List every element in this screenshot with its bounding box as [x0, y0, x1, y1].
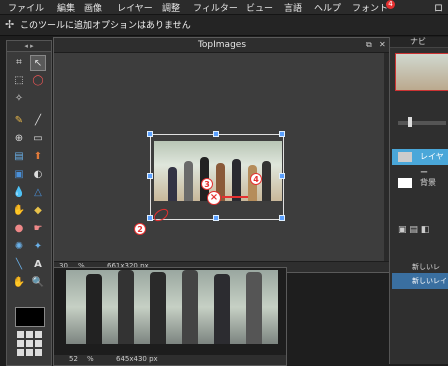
menu-bar: ファイル 編集 画像 レイヤー 調整 フィルター ビュー 言語 ヘルプ フォント… [0, 0, 448, 15]
eraser-icon[interactable]: ▭ [30, 131, 46, 147]
resize-handle-l[interactable] [147, 173, 153, 179]
resize-handle-r[interactable] [279, 173, 285, 179]
menu-adjust[interactable]: 調整 [162, 1, 180, 14]
canvas-image-2[interactable] [66, 270, 278, 344]
annotation-x-icon: × [207, 191, 221, 205]
resize-handle-tl[interactable] [147, 131, 153, 137]
zoom-icon[interactable]: 🔍 [30, 275, 46, 291]
text-tool-icon[interactable]: A [30, 257, 46, 273]
drop-icon[interactable]: 💧 [11, 185, 27, 201]
marquee-tool-icon[interactable]: ⬚ [11, 73, 27, 89]
menu-language[interactable]: 言語 [284, 1, 302, 14]
document-window-2: 52 % 645x430 px [53, 267, 287, 366]
fill-icon[interactable]: ▣ [11, 167, 27, 183]
annotation-2: 2 [134, 223, 146, 235]
right-panel: ナビ レイヤー 背景 ▣ ▤ ◧ 新しいレ 新しいレイ [389, 37, 448, 364]
layer-bg-thumbnail [398, 178, 412, 188]
navigator-thumbnail[interactable] [395, 53, 448, 91]
pinch-icon[interactable]: ✦ [30, 239, 46, 255]
blur-icon[interactable]: ◐ [30, 167, 46, 183]
bloat-icon[interactable]: ✺ [11, 239, 27, 255]
image-dimensions-2: 645x430 px [116, 355, 158, 363]
menu-filter[interactable]: フィルター [193, 1, 238, 14]
resize-handle-br[interactable] [279, 215, 285, 221]
magic-wand-icon[interactable]: ✧ [11, 91, 27, 107]
menu-login[interactable]: ロ [434, 1, 443, 14]
navigator-label: ナビ [410, 37, 426, 46]
menu-image[interactable]: 画像 [84, 1, 102, 14]
layer-bg-label: 背景 [420, 178, 436, 187]
menu-view[interactable]: ビュー [246, 1, 273, 14]
red-eye-icon[interactable]: ● [11, 221, 27, 237]
toolbox: ◂ ▸ ⌗ ↖ ⬚ ◯ ✧ ✎ ╱ ⊕ ▭ ▤ ⬆ ▣ ◐ 💧 △ ✋ ◆ ● … [6, 40, 52, 366]
dodge-icon[interactable]: ✋ [11, 203, 27, 219]
gradient-icon[interactable]: ▤ [11, 149, 27, 165]
zoom-slider[interactable] [398, 121, 446, 125]
restore-icon[interactable]: ⧉ [366, 40, 372, 50]
document-title: TopImages [54, 38, 390, 53]
history-label-2: 新しいレイ [412, 277, 447, 285]
options-bar: ✢ このツールに追加オプションはありません [0, 15, 448, 36]
stamp-icon[interactable]: ⬆ [30, 149, 46, 165]
grid-icon[interactable] [17, 331, 42, 356]
color-swatch[interactable] [15, 307, 45, 327]
resize-handle-bl[interactable] [147, 215, 153, 221]
annotation-4: 4 [250, 173, 262, 185]
menu-help[interactable]: ヘルプ [314, 1, 341, 14]
zoom-slider-thumb[interactable] [408, 117, 412, 127]
resize-handle-tr[interactable] [279, 131, 285, 137]
move-tool-icon: ✢ [5, 18, 15, 31]
menu-edit[interactable]: 編集 [57, 1, 75, 14]
layer-item-main[interactable]: レイヤー [392, 149, 448, 177]
toolbox-header: ◂ ▸ [7, 41, 51, 52]
zoom-level-2[interactable]: 52 [69, 355, 78, 363]
document-window: TopImages ⧉ ✕ 3 × 4 2 30 % 661x320 px [53, 37, 391, 273]
move-tool-icon[interactable]: ↖ [30, 55, 46, 71]
annotation-arrow [222, 196, 248, 198]
pencil-icon[interactable]: ✎ [11, 113, 27, 129]
font-badge: 4 [386, 0, 395, 9]
sponge-icon[interactable]: ◆ [30, 203, 46, 219]
menu-file[interactable]: ファイル [8, 1, 44, 14]
lasso-tool-icon[interactable]: ◯ [30, 73, 46, 89]
crop-tool-icon[interactable]: ⌗ [11, 55, 27, 71]
resize-handle-b[interactable] [213, 215, 219, 221]
annotation-3: 3 [201, 178, 213, 190]
options-message: このツールに追加オプションはありません [20, 21, 191, 31]
menu-font[interactable]: フォント [352, 1, 388, 14]
close-icon[interactable]: ✕ [379, 40, 386, 49]
smudge-icon[interactable]: ☛ [30, 221, 46, 237]
canvas-area[interactable]: 3 × 4 2 [54, 53, 384, 262]
hand-icon[interactable]: ✋ [11, 275, 27, 291]
layer-thumbnail [398, 152, 412, 162]
navigator-header: ナビ [390, 37, 448, 48]
layer-tools-icon[interactable]: ▣ ▤ ◧ [398, 225, 429, 235]
resize-handle-t[interactable] [213, 131, 219, 137]
eyedropper-icon[interactable]: ╲ [11, 257, 27, 273]
transform-bounding-box[interactable] [150, 134, 284, 220]
brush-icon[interactable]: ╱ [30, 113, 46, 129]
clone-icon[interactable]: ⊕ [11, 131, 27, 147]
sharpen-icon[interactable]: △ [30, 185, 46, 201]
zoom-unit-2: % [87, 355, 94, 363]
history-item-2[interactable]: 新しいレイ [392, 273, 448, 289]
menu-layer[interactable]: レイヤー [117, 1, 153, 14]
layer-item-background[interactable]: 背景 [392, 175, 448, 191]
